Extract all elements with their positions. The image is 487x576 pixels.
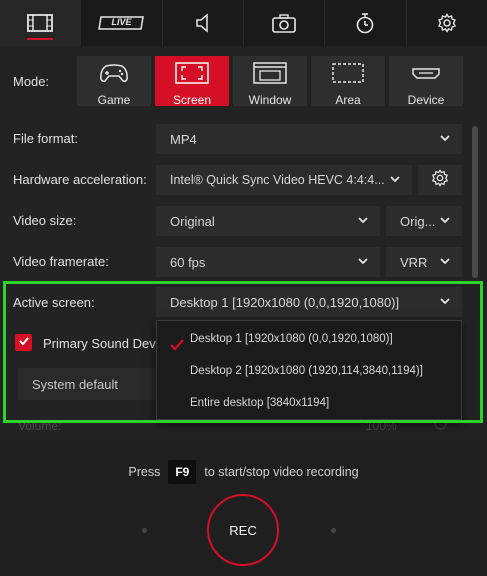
- volume-label: Volume:: [18, 419, 62, 433]
- dropdown-item-desktop-1[interactable]: Desktop 1 [1920x1080 (0,0,1920,1080)]: [157, 323, 461, 355]
- tab-settings[interactable]: [406, 0, 487, 46]
- file-format-select[interactable]: MP4: [156, 124, 462, 154]
- mode-screen-button[interactable]: Screen: [155, 56, 229, 107]
- file-format-label: File format:: [13, 131, 79, 146]
- active-screen-label: Active screen:: [13, 295, 95, 310]
- rec-label: REC: [229, 522, 257, 538]
- mode-game-label: Game: [97, 93, 131, 107]
- chevron-down-icon: [389, 173, 401, 188]
- chevron-down-icon: [357, 214, 369, 229]
- framerate-select[interactable]: 60 fps: [156, 247, 380, 277]
- active-screen-select[interactable]: Desktop 1 [1920x1080 (0,0,1920,1080)]: [156, 287, 462, 317]
- hdmi-icon: [409, 62, 443, 89]
- video-size-value: Original: [170, 213, 215, 229]
- chevron-down-icon: [439, 214, 451, 229]
- hint-prefix: Press: [128, 465, 161, 479]
- chevron-down-icon: [439, 295, 451, 310]
- primary-sound-checkbox[interactable]: [15, 334, 32, 351]
- mode-device-label: Device: [407, 93, 445, 107]
- tab-live[interactable]: LIVE: [81, 0, 163, 46]
- dropdown-item-label: Desktop 2 [1920x1080 (1920,114,3840,1194…: [190, 365, 423, 377]
- hotkey-hint: Press F9 to start/stop video recording: [0, 460, 487, 484]
- dropdown-item-label: Entire desktop [3840x1194]: [190, 397, 330, 409]
- checkmark-icon: [18, 334, 30, 352]
- dropdown-item-entire-desktop[interactable]: Entire desktop [3840x1194]: [157, 387, 461, 419]
- hw-accel-select[interactable]: Intel® Quick Sync Video HEVC 4:4:4...: [156, 165, 412, 195]
- gear-icon: [431, 168, 449, 192]
- video-size-secondary-value: Orig...: [400, 213, 436, 229]
- active-screen-value: Desktop 1 [1920x1080 (0,0,1920,1080)]: [170, 294, 400, 310]
- live-icon: LIVE: [98, 16, 145, 30]
- timer-icon: [355, 12, 375, 34]
- mode-area-button[interactable]: Area: [311, 56, 385, 107]
- tab-timer[interactable]: [325, 0, 407, 46]
- hw-accel-settings-button[interactable]: [418, 165, 462, 195]
- mode-window-label: Window: [248, 93, 292, 107]
- active-screen-dropdown: Desktop 1 [1920x1080 (0,0,1920,1080)] De…: [156, 320, 462, 420]
- mode-label: Mode:: [13, 74, 50, 89]
- top-tab-bar: LIVE: [0, 0, 487, 46]
- video-size-label: Video size:: [13, 213, 77, 228]
- chevron-down-icon: [439, 255, 451, 270]
- primary-sound-label: Primary Sound Dev: [43, 336, 156, 351]
- framerate-value: 60 fps: [170, 254, 206, 270]
- mode-screen-label: Screen: [172, 93, 212, 107]
- framerate-label: Video framerate:: [13, 254, 109, 269]
- hw-accel-label: Hardware acceleration:: [13, 172, 147, 187]
- chevron-down-icon: [357, 255, 369, 270]
- framerate-secondary-value: VRR: [400, 254, 428, 270]
- tab-video-record[interactable]: [0, 0, 82, 46]
- rec-button[interactable]: REC: [207, 494, 279, 566]
- window-icon: [253, 62, 287, 89]
- video-size-select[interactable]: Original: [156, 206, 380, 236]
- sound-device-select[interactable]: System default: [18, 368, 158, 400]
- tab-screenshot[interactable]: [243, 0, 326, 46]
- hw-accel-value: Intel® Quick Sync Video HEVC 4:4:4...: [170, 173, 385, 187]
- video-size-secondary-select[interactable]: Orig...: [386, 206, 462, 236]
- mode-window-button[interactable]: Window: [233, 56, 307, 107]
- settings-scrollbar[interactable]: [472, 126, 478, 278]
- hint-suffix: to start/stop video recording: [204, 465, 359, 479]
- film-icon: [27, 13, 54, 33]
- mode-row: Mode: Game Screen Window Area Device: [0, 46, 487, 118]
- framerate-secondary-select[interactable]: VRR: [386, 247, 462, 277]
- pager-dot: [142, 528, 147, 533]
- mode-game-button[interactable]: Game: [77, 56, 151, 107]
- dropdown-item-label: Desktop 1 [1920x1080 (0,0,1920,1080)]: [190, 333, 393, 345]
- hotkey-badge: F9: [168, 460, 197, 484]
- audio-icon: [195, 13, 211, 33]
- gamepad-icon: [99, 62, 129, 89]
- file-format-value: MP4: [170, 131, 197, 147]
- mode-area-label: Area: [335, 93, 361, 107]
- record-panel: Press F9 to start/stop video recording R…: [0, 440, 487, 576]
- area-icon: [331, 62, 365, 89]
- pager-dot: [331, 528, 336, 533]
- gear-icon: [437, 13, 457, 33]
- sound-device-value: System default: [32, 376, 118, 392]
- chevron-down-icon: [439, 132, 451, 147]
- volume-value: 100%: [366, 419, 397, 433]
- tab-audio[interactable]: [162, 0, 244, 46]
- mode-device-button[interactable]: Device: [389, 56, 463, 107]
- dropdown-item-desktop-2[interactable]: Desktop 2 [1920x1080 (1920,114,3840,1194…: [157, 355, 461, 387]
- screen-icon: [175, 62, 209, 89]
- camera-icon: [272, 13, 296, 33]
- live-label: LIVE: [111, 17, 132, 27]
